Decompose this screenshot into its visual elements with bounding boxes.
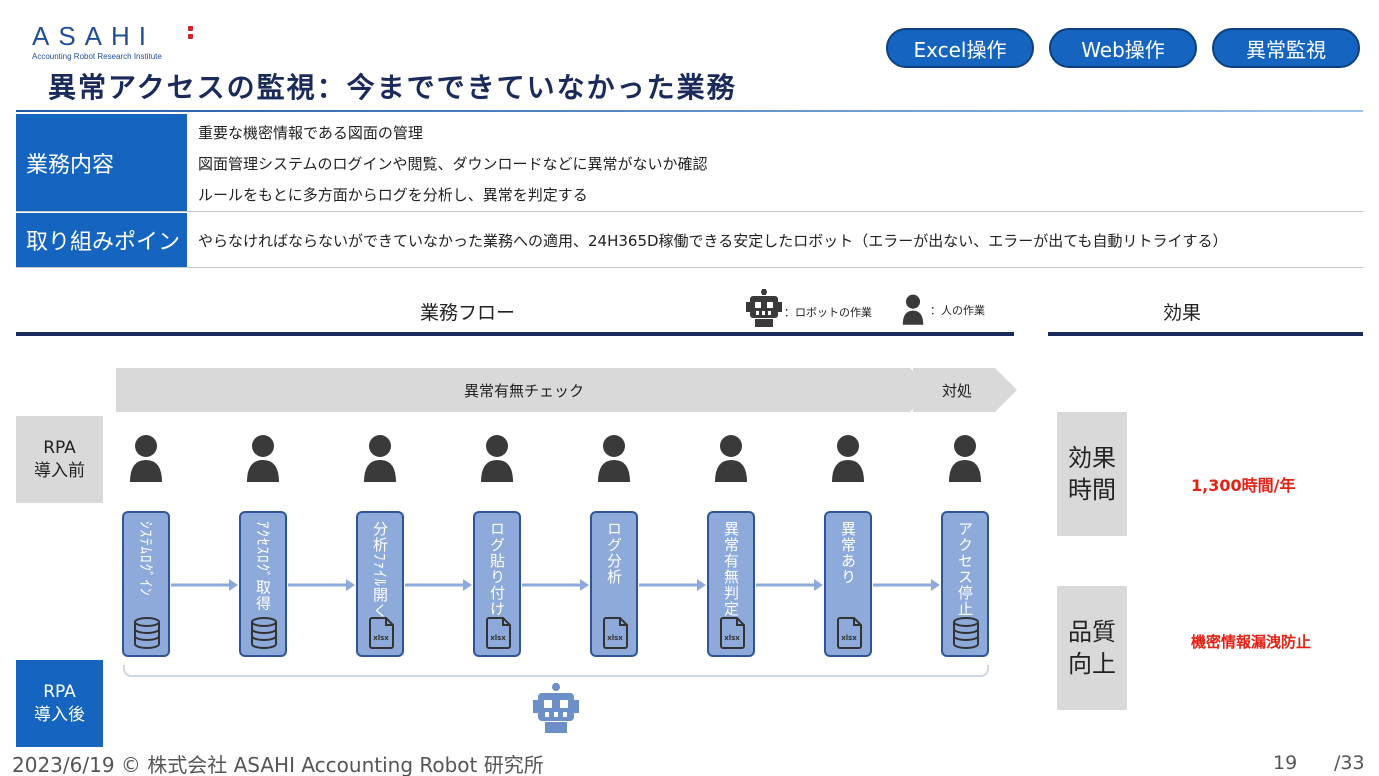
flow-arrow [522,579,589,591]
phase-check-chevron: 異常有無チェック [116,368,932,412]
flow-arrow [873,579,940,591]
xlsx-file-icon: xlsx [601,617,629,649]
effect-time-text: 効果 時間 [1068,444,1116,504]
rpa-scope-bracket [123,665,989,677]
page-total: /33 [1334,752,1365,774]
flow-arrow [171,579,238,591]
flow-step: アクセス停止 [941,511,989,657]
flow-step: 異常有無判定 xlsx [707,511,755,657]
flow-step: ログ貼り付け xlsx [473,511,521,657]
person-icon [364,435,396,482]
svg-text:xlsx: xlsx [373,634,389,642]
robot-icon [533,683,579,733]
flow-step-label: ｱｸｾｽﾛｸﾞ取得 [254,521,272,612]
effect-quality-text: 品質 向上 [1068,618,1116,678]
flow-step: ログ分析 xlsx [590,511,638,657]
person-icon [130,435,162,482]
flow-heading: 業務フロー [420,302,516,324]
info-label-points: 取り組みポイント [16,213,202,267]
effect-time-value: 1,300時間/年 [1191,476,1296,495]
title-underline [16,110,1363,112]
phase-action-chevron: 対処 [913,368,1017,412]
info-points-text: やらなければならないができていなかった業務への適用、24H365D稼働できる安定… [198,231,1228,250]
footer-copyright: 2023/6/19 © 株式会社 ASAHI Accounting Robot … [12,753,544,776]
info-business-lines: 重要な機密情報である図面の管理 図面管理システムのログインや閲覧、ダウンロードな… [198,122,708,215]
person-icon [715,435,747,482]
legend-robot-icon [746,289,782,327]
svg-text:xlsx: xlsx [841,634,857,642]
svg-text:xlsx: xlsx [724,634,740,642]
asahi-logo: ASAHI Accounting Robot Research Institut… [32,22,212,64]
effect-quality-value: 機密情報漏洩防止 [1191,633,1312,651]
page-title: 異常アクセスの監視：今までできていなかった業務 [48,71,737,104]
legend-person-label: ：人の作業 [930,304,985,317]
rpa-before-text: RPA 導入前 [34,437,85,481]
person-icon [949,435,981,482]
page-number: 19 [1273,752,1298,774]
logo-dots-icon [188,26,193,46]
database-icon [952,617,980,649]
flow-arrow [288,579,355,591]
info-line: 図面管理システムのログインや閲覧、ダウンロードなどに異常がないか確認 [198,155,708,173]
svg-text:xlsx: xlsx [490,634,506,642]
flow-step: 分析ﾌｧｲﾙ開く xlsx [356,511,404,657]
flow-arrow [639,579,706,591]
flow-step-label: ログ分析 [605,521,623,585]
person-icon [247,435,279,482]
rpa-after-label: RPA 導入後 [16,660,103,747]
tag-excel: Excel操作 [886,28,1034,68]
flow-arrow [756,579,823,591]
legend-robot-label: ：ロボットの作業 [784,306,872,319]
person-icon [598,435,630,482]
tag-web: Web操作 [1049,28,1197,68]
tag-monitoring: 異常監視 [1212,28,1360,68]
effect-heading-rule [1048,332,1363,336]
legend-person-icon [902,294,924,325]
info-label-business: 業務内容 [16,114,187,211]
flow-heading-rule [16,332,1014,336]
database-icon [133,617,161,649]
logo-wordmark: ASAHI [32,21,156,51]
effect-quality-label: 品質 向上 [1057,586,1127,710]
rpa-after-text: RPA 導入後 [34,681,85,725]
info-line: 重要な機密情報である図面の管理 [198,124,423,142]
info-row-business: 業務内容 重要な機密情報である図面の管理 図面管理システムのログインや閲覧、ダウ… [16,114,1363,212]
flow-step-label: 異常あり [839,521,857,585]
svg-text:xlsx: xlsx [607,634,623,642]
person-icon [832,435,864,482]
flow-step: 異常あり xlsx [824,511,872,657]
flow-step: ｼｽﾃﾑﾛｸﾞｲﾝ [122,511,170,657]
effect-time-label: 効果 時間 [1057,412,1127,536]
flow-step-label: 異常有無判定 [722,521,740,617]
xlsx-file-icon: xlsx [718,617,746,649]
flow-step-label: ｼｽﾃﾑﾛｸﾞｲﾝ [137,521,155,597]
person-icon [481,435,513,482]
flow-step-label: ログ貼り付け [488,521,506,617]
logo-subtitle: Accounting Robot Research Institute [32,52,162,61]
xlsx-file-icon: xlsx [835,617,863,649]
flow-step-label: アクセス停止 [956,521,974,617]
xlsx-file-icon: xlsx [367,617,395,649]
flow-step: ｱｸｾｽﾛｸﾞ取得 [239,511,287,657]
database-icon [250,617,278,649]
info-line: ルールをもとに多方面からログを分析し、異常を判定する [198,186,588,204]
flow-step-label: 分析ﾌｧｲﾙ開く [371,521,389,620]
info-row-points: 取り組みポイント やらなければならないができていなかった業務への適用、24H36… [16,213,1363,268]
flow-arrow [405,579,472,591]
xlsx-file-icon: xlsx [484,617,512,649]
effect-heading: 効果 [1163,302,1202,324]
rpa-before-label: RPA 導入前 [16,416,103,503]
